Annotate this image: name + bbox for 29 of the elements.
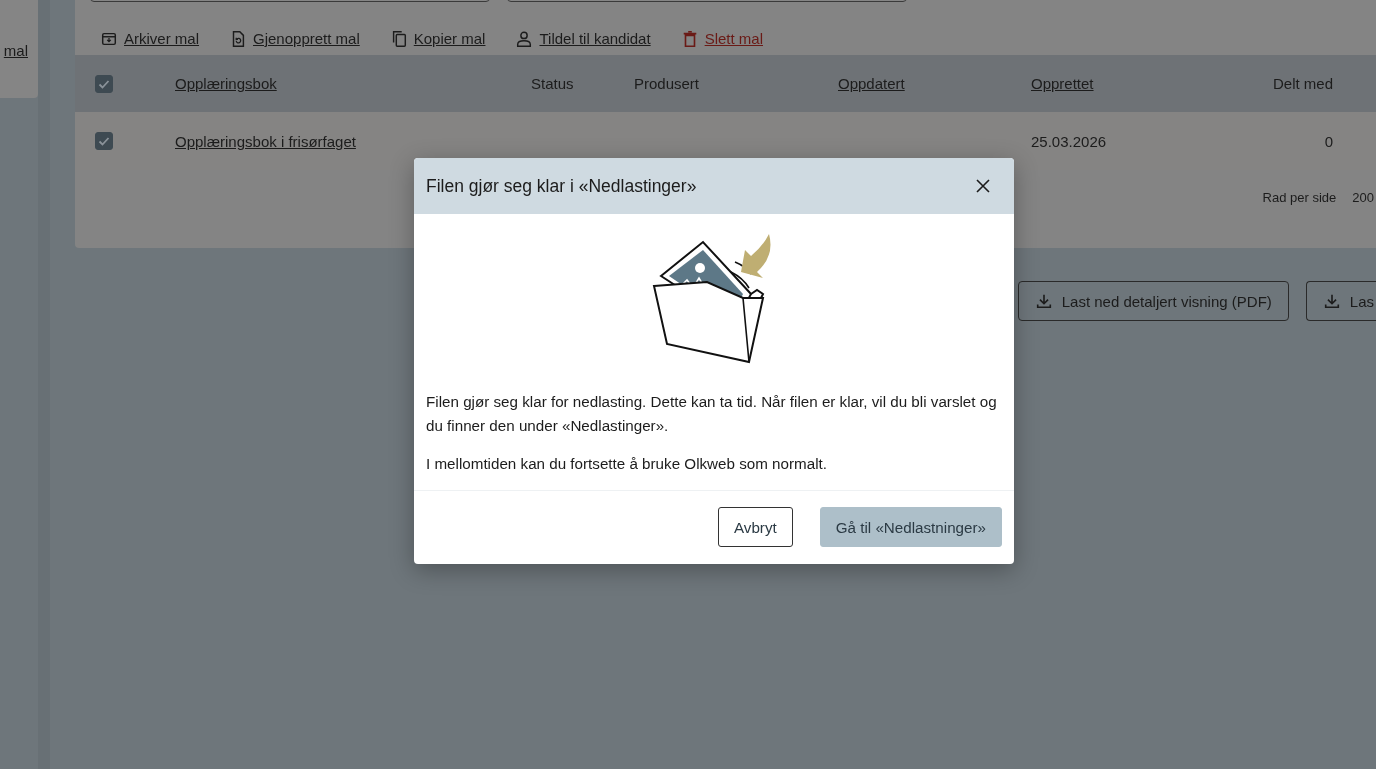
column-header: Produsert [634,75,701,92]
toolbar-action-link[interactable]: Gjenopprett mal [229,29,360,48]
title-link[interactable]: Opplæringsbok i frisørfaget [175,132,356,150]
person-icon [515,29,534,48]
column-header[interactable]: Opprettet [1031,75,1273,92]
column-header[interactable]: Oppdatert [838,75,1031,92]
download-icon [1322,292,1341,310]
table-cell-text: 25.03.2026 [1031,132,1108,150]
toolbar-action-link[interactable]: Arkiver mal [100,29,199,48]
checkbox[interactable] [95,74,113,93]
toolbar-action-link[interactable]: Tildel til kandidat [515,29,651,48]
go-to-downloads-button[interactable]: Gå til «Nedlastninger» [819,507,1002,547]
dialog-title: Filen gjør seg klar i «Nedlastinger» [426,175,697,197]
rows-per-page-label: Rad per side [1262,190,1337,205]
download-button[interactable]: Las [1305,281,1376,321]
table-cell: 0 [1324,132,1333,150]
download-icon [1034,292,1053,310]
cancel-button[interactable]: Avbryt [717,507,793,547]
dialog-message: I mellomtiden kan du fortsette å bruke Olkweb som normalt. [426,454,828,474]
column-header: Status [531,75,575,92]
dialog-message: Filen gjør seg klar for nedlasting. Dette kan ta tid. Når filen er klar, vil du bli varslet og du finner den under «Nedlastinger». [426,392,998,436]
column-header: Delt med [1272,75,1333,92]
rows-per-page-value[interactable]: 200 [1352,190,1374,205]
toolbar-action-link[interactable]: Slett mal [680,29,763,48]
column-header[interactable]: Opplæringsbok [175,75,531,92]
toolbar-action-link[interactable]: Kopier mal [389,29,486,48]
sidebar-link[interactable]: mal [3,42,28,59]
download-button[interactable]: Last ned detaljert visning (PDF) [1017,281,1289,321]
checkbox[interactable] [95,132,113,150]
